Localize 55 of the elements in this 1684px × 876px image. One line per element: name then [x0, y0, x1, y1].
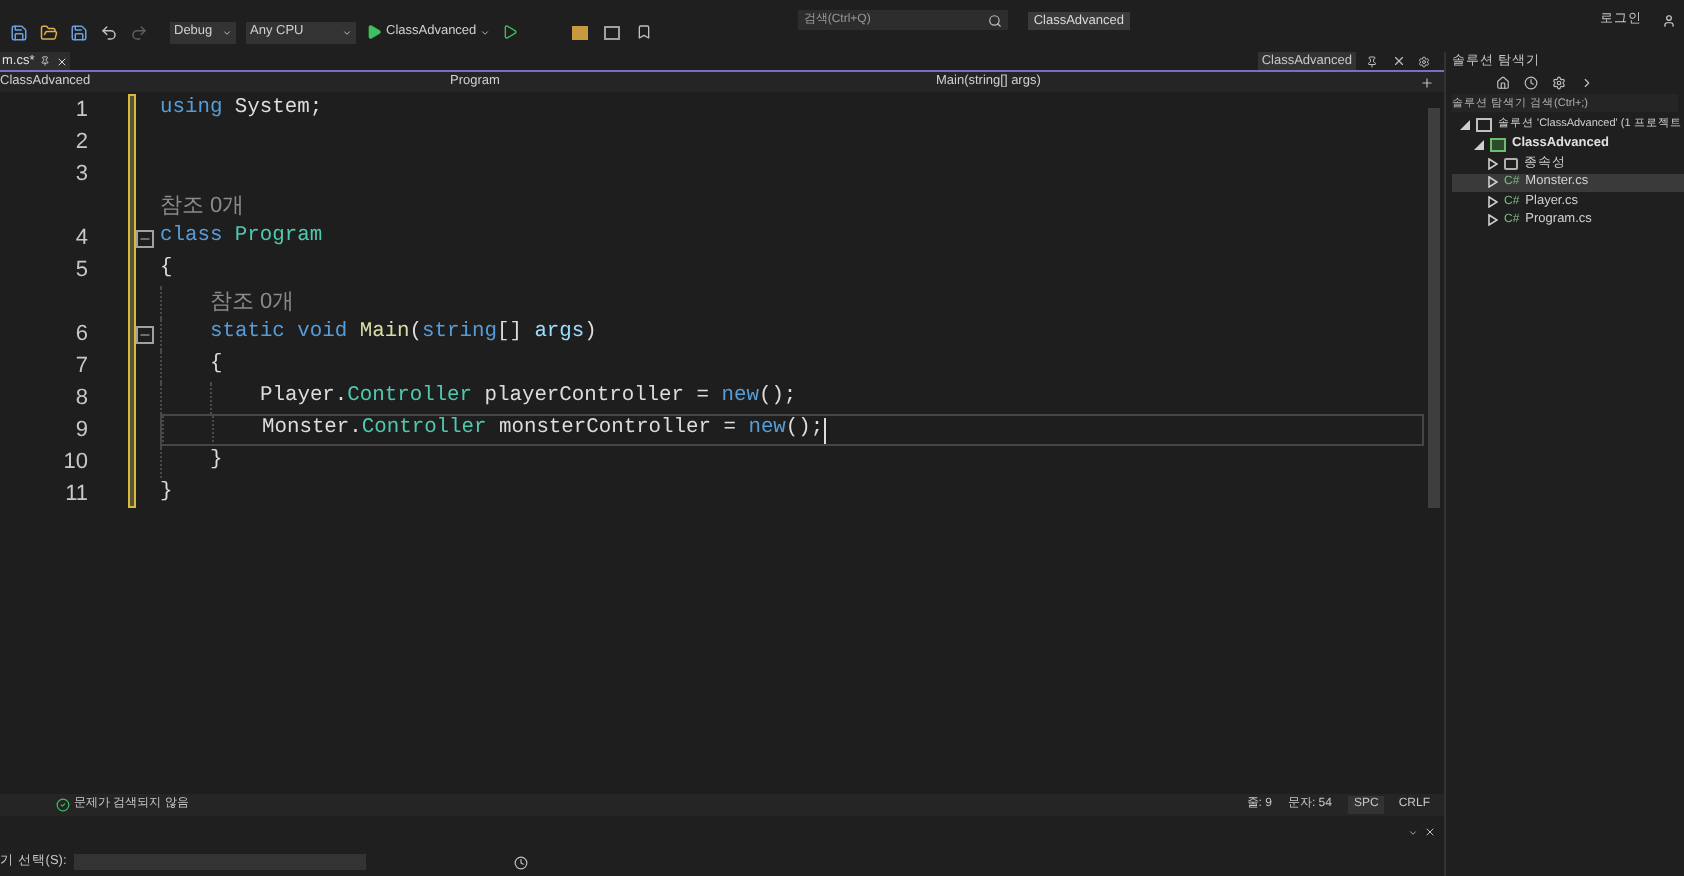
- bookmark-icon[interactable]: [634, 22, 655, 42]
- search-icon[interactable]: [987, 13, 1002, 27]
- close-icon[interactable]: [1424, 826, 1436, 838]
- user-icon[interactable]: [1662, 13, 1676, 27]
- project-icon: [1490, 137, 1506, 152]
- line-number: 3: [73, 159, 88, 190]
- toolbar-icon[interactable]: [602, 22, 623, 42]
- caret-icon: [342, 27, 352, 37]
- line-number: 10: [61, 447, 88, 478]
- solution-icon: [1476, 118, 1492, 133]
- add-icon[interactable]: [1416, 72, 1436, 92]
- text-cursor: [823, 417, 826, 443]
- play-icon: [366, 24, 382, 40]
- code-line: Player.Controller playerController = new();: [160, 382, 1424, 414]
- collapse-icon[interactable]: [136, 325, 154, 343]
- clock-icon[interactable]: [1520, 72, 1540, 92]
- line-number: 4: [73, 223, 88, 254]
- line-number: 8: [73, 383, 88, 414]
- code-line: }: [160, 478, 175, 509]
- line-number: 11: [63, 479, 88, 510]
- code-lens[interactable]: 참조 0개: [210, 285, 295, 319]
- close-icon[interactable]: [56, 55, 69, 67]
- pin-icon[interactable]: [40, 56, 51, 66]
- caret-icon: [480, 27, 491, 37]
- status-ok-icon: [56, 798, 70, 812]
- toolbar-icon[interactable]: [570, 22, 591, 42]
- undo-icon[interactable]: [98, 22, 118, 42]
- caret-icon: [222, 27, 232, 37]
- line-number: 7: [73, 351, 88, 382]
- redo-icon[interactable]: [128, 22, 148, 42]
- code-line: {: [160, 254, 175, 285]
- pin-icon[interactable]: [1362, 52, 1382, 71]
- line-number: 1: [73, 95, 88, 126]
- home-icon[interactable]: [1492, 72, 1512, 92]
- line-number: 9: [73, 415, 88, 446]
- caret-icon[interactable]: [1408, 827, 1418, 837]
- folder-icon[interactable]: [38, 22, 58, 42]
- settings-icon[interactable]: [1414, 52, 1434, 71]
- line-number: 6: [73, 319, 88, 350]
- collapse-icon[interactable]: [136, 229, 154, 247]
- play-outline-icon[interactable]: [500, 22, 521, 42]
- dependencies-icon: [1504, 157, 1518, 170]
- settings-icon[interactable]: [1548, 72, 1568, 92]
- code-line: using System;: [160, 94, 325, 125]
- save-icon[interactable]: [8, 22, 28, 42]
- code-line: }: [160, 446, 1424, 478]
- line-number: 2: [73, 127, 88, 158]
- current-line-highlight: Monster.Controller monsterController = new();: [160, 414, 1424, 446]
- history-icon[interactable]: [514, 855, 529, 869]
- save-all-icon[interactable]: [68, 22, 88, 42]
- code-line: static void Main(string[] args): [160, 318, 1424, 350]
- code-lens[interactable]: 참조 0개: [160, 189, 245, 223]
- code-line: {: [160, 350, 1424, 382]
- code-line: class Program: [160, 222, 325, 253]
- line-number: 5: [73, 255, 88, 286]
